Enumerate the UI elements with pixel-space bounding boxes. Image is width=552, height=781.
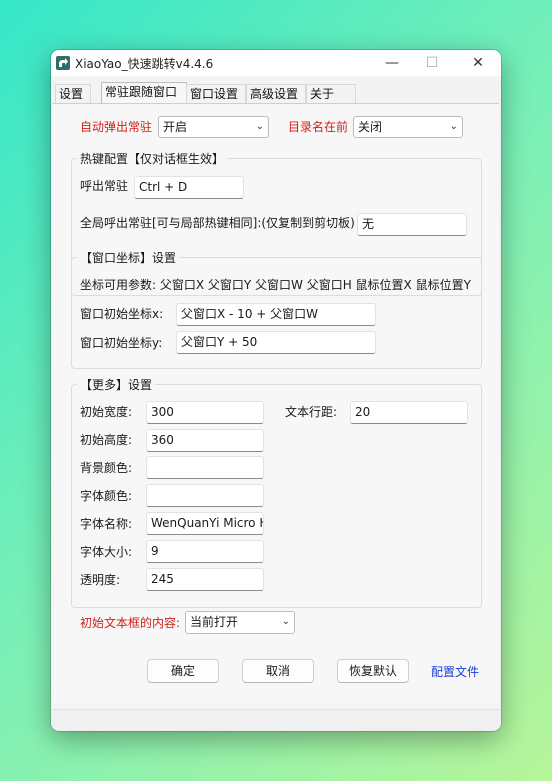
coords-params-text: 坐标可用参数: 父窗口X 父窗口Y 父窗口W 父窗口H 鼠标位置X 鼠标位置Y	[80, 278, 471, 292]
settings-panel: 自动弹出常驻 开启 ⌄ 目录名在前 关闭 ⌄ 热键配置【仅对话框生效】 呼出常驻…	[52, 103, 499, 704]
ok-button[interactable]: 确定	[147, 659, 219, 683]
auto-popup-select[interactable]: 开启 ⌄	[158, 116, 269, 138]
hotkey-group-title: 热键配置【仅对话框生效】	[77, 150, 228, 167]
reset-defaults-button[interactable]: 恢复默认	[337, 659, 409, 683]
coord-y-input[interactable]: 父窗口Y + 50	[176, 331, 376, 354]
tab-advanced-settings[interactable]: 高级设置	[246, 84, 306, 103]
font-color-label: 字体颜色:	[80, 489, 133, 503]
dir-first-select[interactable]: 关闭 ⌄	[353, 116, 463, 138]
font-size-label: 字体大小:	[80, 545, 133, 559]
close-button[interactable]: ✕	[468, 53, 488, 73]
tab-resident-follow-window[interactable]: 常驻跟随窗口	[101, 82, 187, 104]
line-spacing-label: 文本行距:	[285, 405, 338, 419]
dir-first-label: 目录名在前	[288, 120, 349, 134]
initial-content-value: 当前打开	[190, 615, 239, 629]
tab-bar: 设置 常驻跟随窗口 窗口设置 高级设置 关于	[51, 82, 501, 104]
status-bar	[51, 709, 501, 731]
initial-content-select[interactable]: 当前打开 ⌄	[185, 611, 295, 634]
coord-x-input[interactable]: 父窗口X - 10 + 父窗口W	[176, 303, 376, 326]
tab-about[interactable]: 关于	[306, 84, 356, 103]
minimize-button[interactable]: —	[382, 53, 402, 73]
window-title: XiaoYao_快速跳转v4.4.6	[75, 57, 214, 71]
dir-first-value: 关闭	[358, 120, 383, 134]
window-coords-group-title: 【窗口坐标】设置	[77, 249, 180, 266]
opacity-label: 透明度:	[80, 573, 121, 587]
global-call-label: 全局呼出常驻[可与局部热键相同]:(仅复制到剪切板)	[80, 216, 355, 230]
app-window: XiaoYao_快速跳转v4.4.6 — ☐ ✕ 设置 常驻跟随窗口 窗口设置 …	[51, 50, 501, 731]
cancel-button[interactable]: 取消	[242, 659, 314, 683]
initial-width-label: 初始宽度:	[80, 405, 133, 419]
more-settings-group-title: 【更多】设置	[77, 376, 156, 393]
coord-y-label: 窗口初始坐标y:	[80, 336, 163, 350]
auto-popup-label: 自动弹出常驻	[80, 120, 153, 134]
call-resident-label: 呼出常驻	[80, 179, 129, 193]
config-file-link[interactable]: 配置文件	[431, 663, 479, 680]
chevron-down-icon: ⌄	[255, 121, 264, 132]
initial-content-label: 初始文本框的内容:	[80, 616, 181, 630]
bg-color-label: 背景颜色:	[80, 461, 133, 475]
chevron-down-icon: ⌄	[449, 121, 458, 132]
font-size-input[interactable]: 9	[146, 540, 264, 563]
initial-height-input[interactable]: 360	[146, 429, 264, 452]
app-icon	[56, 56, 70, 70]
line-spacing-input[interactable]: 20	[350, 401, 468, 424]
initial-width-input[interactable]: 300	[146, 401, 264, 424]
maximize-button[interactable]: ☐	[422, 53, 442, 73]
font-name-label: 字体名称:	[80, 517, 133, 531]
title-bar[interactable]: XiaoYao_快速跳转v4.4.6 — ☐ ✕	[51, 50, 501, 76]
auto-popup-value: 开启	[163, 120, 188, 134]
font-name-input[interactable]: WenQuanYi Micro H	[146, 512, 264, 535]
tab-window-settings[interactable]: 窗口设置	[186, 84, 246, 103]
initial-height-label: 初始高度:	[80, 433, 133, 447]
opacity-input[interactable]: 245	[146, 568, 264, 591]
global-call-hotkey-input[interactable]: 无	[357, 213, 467, 236]
call-resident-hotkey-input[interactable]: Ctrl + D	[134, 176, 244, 199]
chevron-down-icon: ⌄	[281, 616, 290, 627]
bg-color-input[interactable]	[146, 456, 264, 479]
font-color-input[interactable]	[146, 484, 264, 507]
tab-settings[interactable]: 设置	[55, 84, 91, 103]
coord-x-label: 窗口初始坐标x:	[80, 307, 164, 321]
